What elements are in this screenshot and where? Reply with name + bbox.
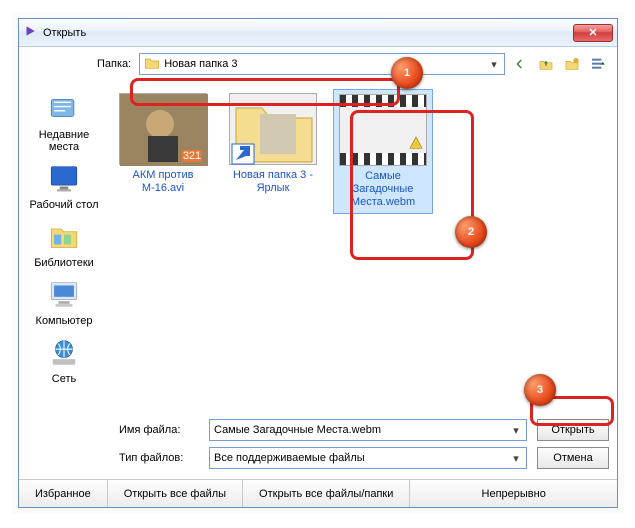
folder-label: Папка:: [97, 58, 131, 70]
app-icon: [23, 24, 37, 41]
bottom-btn-label: Открыть все файлы/папки: [259, 488, 393, 500]
folder-icon: [144, 55, 160, 74]
network-icon: [45, 333, 83, 371]
window-title: Открыть: [43, 27, 86, 39]
sidebar-item-desktop[interactable]: Рабочий стол: [24, 159, 104, 211]
filetype-row: Тип файлов: Все поддерживаемые файлы ▾ О…: [119, 447, 609, 469]
filename-row: Имя файла: Самые Загадочные Места.webm ▾…: [119, 419, 609, 441]
folder-thumbnail: [229, 93, 317, 165]
up-folder-button[interactable]: [535, 53, 557, 75]
computer-icon: [45, 275, 83, 313]
bottom-btn-label: Открыть все файлы: [124, 488, 226, 500]
filename-value: Самые Загадочные Места.webm: [214, 424, 381, 436]
filetype-combobox[interactable]: Все поддерживаемые файлы ▾: [209, 447, 527, 469]
filetype-label: Тип файлов:: [119, 452, 199, 464]
file-thumbnail: 321: [119, 93, 207, 165]
view-menu-button[interactable]: [587, 53, 609, 75]
new-folder-button[interactable]: [561, 53, 583, 75]
libraries-icon: [45, 217, 83, 255]
sidebar-item-network[interactable]: Сеть: [24, 333, 104, 385]
sidebar-item-recent[interactable]: Недавние места: [24, 89, 104, 153]
field-area: Имя файла: Самые Загадочные Места.webm ▾…: [19, 413, 617, 479]
recent-places-icon: [45, 89, 83, 127]
chevron-down-icon: ▾: [486, 56, 502, 72]
titlebar: Открыть ✕: [19, 19, 617, 47]
chevron-down-icon: ▾: [508, 450, 524, 466]
sidebar-item-label: Недавние места: [24, 129, 104, 153]
bottom-btn-favorites[interactable]: Избранное: [19, 480, 108, 507]
file-name: Новая папка 3 - Ярлык: [225, 169, 321, 195]
sidebar-item-label: Библиотеки: [24, 257, 104, 269]
bottom-btn-label: Непрерывно: [482, 488, 546, 500]
open-button-label: Открыть: [551, 424, 594, 436]
current-folder-name: Новая папка 3: [164, 58, 237, 70]
sidebar-item-computer[interactable]: Компьютер: [24, 275, 104, 327]
folder-toolbar: Папка: Новая папка 3 ▾: [19, 47, 617, 81]
svg-text:321: 321: [183, 150, 201, 162]
file-name: АКМ против М-16.avi: [115, 169, 211, 195]
chevron-down-icon: ▾: [508, 422, 524, 438]
filename-label: Имя файла:: [119, 424, 199, 436]
bottom-btn-label: Избранное: [35, 488, 91, 500]
back-button[interactable]: [509, 53, 531, 75]
file-list-area[interactable]: 321 АКМ против М-16.avi Новая папка 3 - …: [109, 81, 617, 413]
sidebar-item-libraries[interactable]: Библиотеки: [24, 217, 104, 269]
sidebar-item-label: Сеть: [24, 373, 104, 385]
file-item-folder-shortcut[interactable]: Новая папка 3 - Ярлык: [223, 89, 323, 199]
file-item-video-1[interactable]: 321 АКМ против М-16.avi: [113, 89, 213, 199]
file-name: Самые Загадочные Места.webm: [336, 170, 430, 209]
open-button[interactable]: Открыть: [537, 419, 609, 441]
body-area: Недавние места Рабочий стол Библиотеки К…: [19, 81, 617, 413]
bottom-button-bar: Избранное Открыть все файлы Открыть все …: [19, 479, 617, 507]
desktop-icon: [45, 159, 83, 197]
open-file-dialog: Открыть ✕ Папка: Новая папка 3 ▾: [18, 18, 618, 508]
file-item-video-2-selected[interactable]: Самые Загадочные Места.webm: [333, 89, 433, 214]
sidebar-item-label: Рабочий стол: [24, 199, 104, 211]
places-sidebar: Недавние места Рабочий стол Библиотеки К…: [19, 81, 109, 413]
close-button[interactable]: ✕: [573, 24, 613, 42]
bottom-btn-open-all-files[interactable]: Открыть все файлы: [108, 480, 243, 507]
filename-combobox[interactable]: Самые Загадочные Места.webm ▾: [209, 419, 527, 441]
filetype-value: Все поддерживаемые файлы: [214, 452, 365, 464]
cancel-button-label: Отмена: [553, 452, 592, 464]
sidebar-item-label: Компьютер: [24, 315, 104, 327]
folder-combobox[interactable]: Новая папка 3 ▾: [139, 53, 505, 75]
cancel-button[interactable]: Отмена: [537, 447, 609, 469]
bottom-btn-open-all-files-folders[interactable]: Открыть все файлы/папки: [243, 480, 410, 507]
bottom-btn-continuous[interactable]: Непрерывно: [410, 480, 617, 507]
file-thumbnail: [339, 94, 427, 166]
close-icon: ✕: [588, 26, 597, 39]
